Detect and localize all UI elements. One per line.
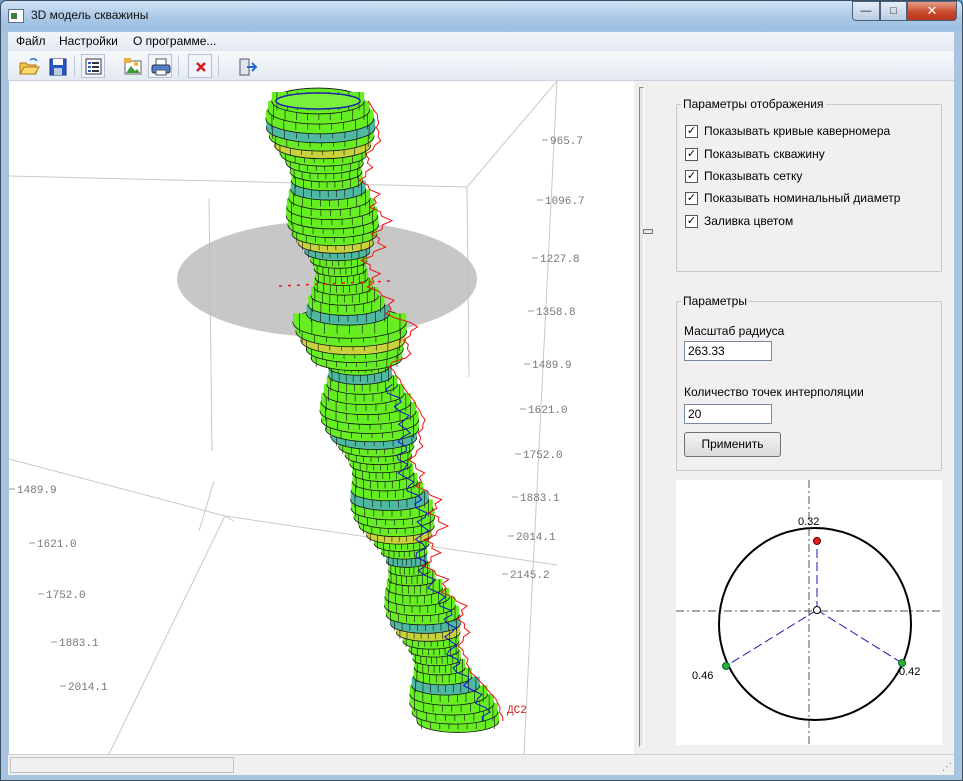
option-caliper-curves[interactable]: ✓ Показывать кривые каверномера [685,123,890,139]
image-icon[interactable] [120,54,144,78]
close-button[interactable]: ✕ [907,1,957,21]
toolbar [8,51,954,81]
option-show-well[interactable]: ✓ Показывать скважину [685,146,825,162]
axis-tick-label: 1227.8 [540,254,580,266]
axis-tick-label: 1489.9 [17,485,57,497]
toolbar-separator [218,55,219,77]
display-params-group: Параметры отображения ✓ Показывать кривы… [676,97,942,272]
axis-tick-label: 1883.1 [520,493,560,505]
params-legend: Параметры [683,294,747,308]
axis-tick-label: 1489.9 [532,360,572,372]
center-point [813,606,821,614]
display-params-legend: Параметры отображения [683,97,824,111]
option-label: Показывать кривые каверномера [704,124,891,138]
checkbox[interactable]: ✓ [685,147,698,161]
menu-file[interactable]: Файл [16,34,46,48]
axis-tick-label: 1883.1 [59,638,99,650]
value-left: 0.46 [692,670,713,682]
point-top[interactable] [813,537,821,545]
axis-tick-label: 1621.0 [37,539,77,551]
open-folder-icon[interactable] [16,54,40,78]
axis-tick-label: 1096.7 [545,196,585,208]
checkbox[interactable]: ✓ [685,214,698,228]
checkbox[interactable]: ✓ [685,124,698,138]
radius-scale-label: Масштаб радиуса [684,324,785,338]
depth-slider-thumb[interactable] [643,229,653,234]
interp-points-field[interactable]: 20 [684,404,772,424]
axis-tick-label: 1621.0 [528,405,568,417]
interp-points-label: Количество точек интерполяции [684,385,864,399]
option-show-grid[interactable]: ✓ Показывать сетку [685,168,802,184]
tube-top-opening [275,92,361,110]
option-label: Показывать сетку [704,169,803,183]
axis-tick-label: 1358.8 [536,307,576,319]
list-icon[interactable] [81,54,105,78]
apply-button[interactable]: Применить [684,432,781,457]
params-group: Параметры Масштаб радиуса 263.33 Количес… [676,294,942,471]
radius-right [816,609,903,664]
depth-axis-left: 1489.9 1621.0 1752.0 1883.1 2014.1 [9,485,108,694]
axis-tick-label: 2014.1 [68,682,108,694]
maximize-button[interactable]: □ [880,1,907,21]
depth-slider-track[interactable] [639,87,644,747]
menu-bar: Файл Настройки О программе... [8,32,954,51]
title-bar[interactable]: 3D модель скважины — □ ✕ [1,1,962,31]
checkbox[interactable]: ✓ [685,169,698,183]
bounding-box [9,81,558,754]
settings-panel: Параметры отображения ✓ Показывать кривы… [664,81,954,754]
depth-slider-bar [634,81,664,754]
print-icon[interactable] [148,54,172,78]
app-window: 3D модель скважины — □ ✕ Файл Настройки … [0,0,963,781]
status-bar: ⋰ [8,754,954,775]
app-icon [8,9,24,23]
toolbar-separator [178,55,179,77]
toolbar-separator [74,55,75,77]
value-top: 0.32 [798,516,819,528]
window-title: 3D модель скважины [31,8,149,22]
well-3d-view[interactable]: 965.7 1096.7 1227.8 1358.8 1489.9 1621.0 1752.… [9,81,634,754]
radius-scale-field[interactable]: 263.33 [684,341,772,361]
minimize-button[interactable]: — [852,1,880,21]
option-label: Показывать номинальный диаметр [704,191,901,205]
axis-tick-label: 2014.1 [516,532,556,544]
menu-settings[interactable]: Настройки [59,34,118,48]
value-right: 0.42 [899,666,920,678]
curve-label: ДС2 [507,705,527,717]
resize-grip-icon[interactable]: ⋰ [942,762,952,773]
option-label: Показывать скважину [704,147,825,161]
well-3d-canvas: 965.7 1096.7 1227.8 1358.8 1489.9 1621.0 1752.… [9,81,585,754]
axis-tick-label: 1752.0 [523,450,563,462]
option-color-fill[interactable]: ✓ Заливка цветом [685,213,793,229]
checkbox[interactable]: ✓ [685,191,698,205]
status-pane [10,757,234,773]
point-left[interactable] [722,662,730,670]
menu-about[interactable]: О программе... [133,34,216,48]
option-nominal-diameter[interactable]: ✓ Показывать номинальный диаметр [685,190,900,206]
cross-section-diagram: 0.32 0.46 0.42 [676,480,942,745]
axis-tick-label: 1752.0 [46,590,86,602]
save-icon[interactable] [45,54,69,78]
section-circle [718,527,912,721]
axis-tick-label: 2145.2 [510,570,550,582]
radius-left [725,609,818,667]
option-label: Заливка цветом [704,214,794,228]
axis-tick-label: 965.7 [550,136,583,148]
exit-icon[interactable] [234,54,258,78]
delete-icon[interactable] [188,54,212,78]
